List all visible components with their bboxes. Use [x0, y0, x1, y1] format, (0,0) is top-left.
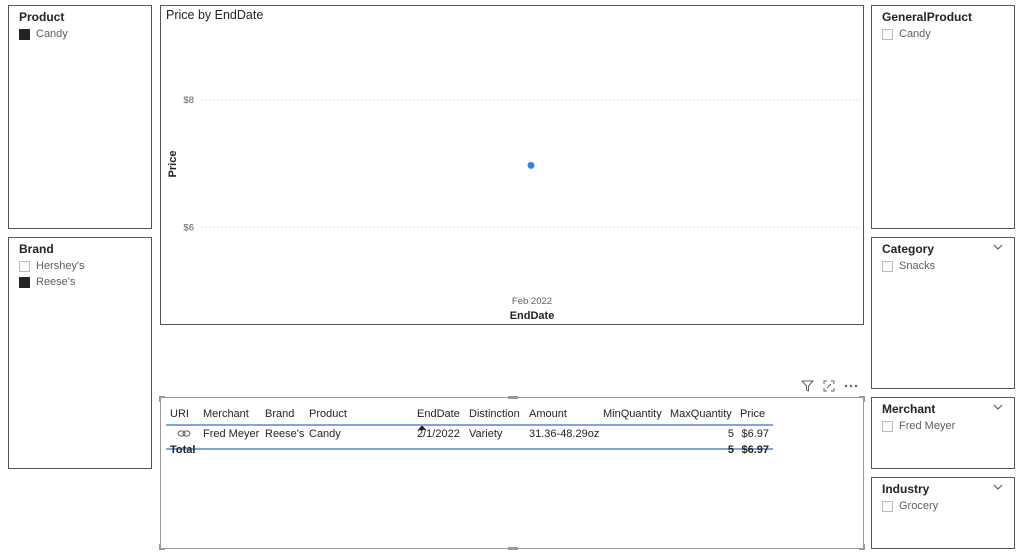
data-table: URI Merchant Brand Product EndDate Disti…	[159, 396, 865, 550]
table-toolbar	[801, 380, 858, 392]
column-header-distinction[interactable]: Distinction	[469, 408, 520, 420]
slicer-item-label: Candy	[899, 28, 931, 40]
generalproduct-slicer: GeneralProduct Candy	[871, 5, 1015, 229]
column-header-brand[interactable]: Brand	[265, 408, 294, 420]
y-axis-label: Price	[167, 151, 179, 178]
y-tick-label: $8	[183, 95, 194, 106]
chevron-down-icon[interactable]	[992, 401, 1004, 413]
slicer-item-label: Reese's	[36, 276, 76, 288]
cell-merchant: Fred Meyer	[203, 428, 260, 440]
cell-distinction: Variety	[469, 428, 503, 440]
total-maxquantity: 5	[727, 444, 734, 456]
chevron-down-icon[interactable]	[992, 481, 1004, 493]
slicer-title: Brand	[19, 242, 54, 256]
focus-mode-icon[interactable]	[823, 380, 835, 392]
total-divider	[166, 448, 773, 450]
checkbox[interactable]	[19, 28, 30, 40]
data-point[interactable]	[527, 161, 535, 169]
total-price: $6.97	[741, 444, 769, 456]
slicer-title: GeneralProduct	[882, 10, 973, 24]
price-chart: Price by EndDate $8 $6 Price Feb 2022 End…	[160, 5, 864, 325]
slicer-item-label: Grocery	[899, 500, 939, 512]
chart-svg: Price by EndDate $8 $6 Price Feb 2022 End…	[166, 8, 861, 322]
y-tick-label: $6	[183, 222, 194, 233]
product-slicer: Product Candy	[8, 5, 152, 229]
checkbox[interactable]	[19, 276, 30, 288]
slicer-item-label: Snacks	[899, 260, 936, 272]
more-options-icon[interactable]	[844, 380, 858, 392]
slicer-title: Merchant	[882, 402, 936, 416]
slicer-item-snacks[interactable]: Snacks	[882, 258, 935, 274]
column-header-amount[interactable]: Amount	[529, 408, 567, 420]
industry-slicer: Industry Grocery	[871, 477, 1015, 549]
chevron-down-icon[interactable]	[992, 241, 1004, 253]
slicer-item-hersheys[interactable]: Hershey's	[19, 258, 85, 274]
checkbox[interactable]	[882, 28, 893, 40]
checkbox[interactable]	[882, 500, 893, 512]
header-divider	[166, 424, 773, 426]
cell-amount: 31.36-48.29oz	[529, 428, 600, 440]
chart-title: Price by EndDate	[166, 8, 263, 22]
column-header-minquantity[interactable]: MinQuantity	[603, 408, 662, 420]
x-axis-label: EndDate	[510, 310, 555, 322]
slicer-title: Category	[882, 242, 935, 256]
column-header-product[interactable]: Product	[309, 408, 347, 420]
cell-brand: Reese's	[265, 428, 305, 440]
checkbox[interactable]	[882, 420, 893, 432]
merchant-slicer: Merchant Fred Meyer	[871, 397, 1015, 469]
column-header-maxquantity[interactable]: MaxQuantity	[670, 408, 732, 420]
column-header-uri[interactable]: URI	[170, 408, 189, 420]
filter-icon[interactable]	[801, 380, 814, 392]
total-label: Total	[170, 444, 196, 456]
column-header-enddate[interactable]: EndDate	[417, 408, 460, 420]
slicer-item-candy[interactable]: Candy	[19, 26, 68, 42]
slicer-item-candy[interactable]: Candy	[882, 26, 931, 42]
link-icon[interactable]	[177, 429, 191, 438]
column-header-price[interactable]: Price	[740, 408, 765, 420]
slicer-item-label: Candy	[36, 28, 68, 40]
category-slicer: Category Snacks	[871, 237, 1015, 389]
column-header-merchant[interactable]: Merchant	[203, 408, 249, 420]
brand-slicer: Brand Hershey's Reese's	[8, 237, 152, 469]
x-tick-label: Feb 2022	[512, 296, 552, 307]
cell-price: $6.97	[741, 428, 769, 440]
checkbox[interactable]	[882, 260, 893, 272]
slicer-item-label: Hershey's	[36, 260, 85, 272]
checkbox[interactable]	[19, 260, 30, 272]
slicer-item-label: Fred Meyer	[899, 420, 956, 432]
cell-maxquantity: 5	[727, 428, 734, 440]
slicer-item-reeses[interactable]: Reese's	[19, 274, 85, 290]
slicer-item-fred-meyer[interactable]: Fred Meyer	[882, 418, 955, 434]
slicer-item-grocery[interactable]: Grocery	[882, 498, 938, 514]
cell-enddate: 2/1/2022	[417, 428, 460, 440]
slicer-title: Industry	[882, 482, 930, 496]
cell-product: Candy	[309, 428, 341, 440]
slicer-title: Product	[19, 10, 65, 24]
